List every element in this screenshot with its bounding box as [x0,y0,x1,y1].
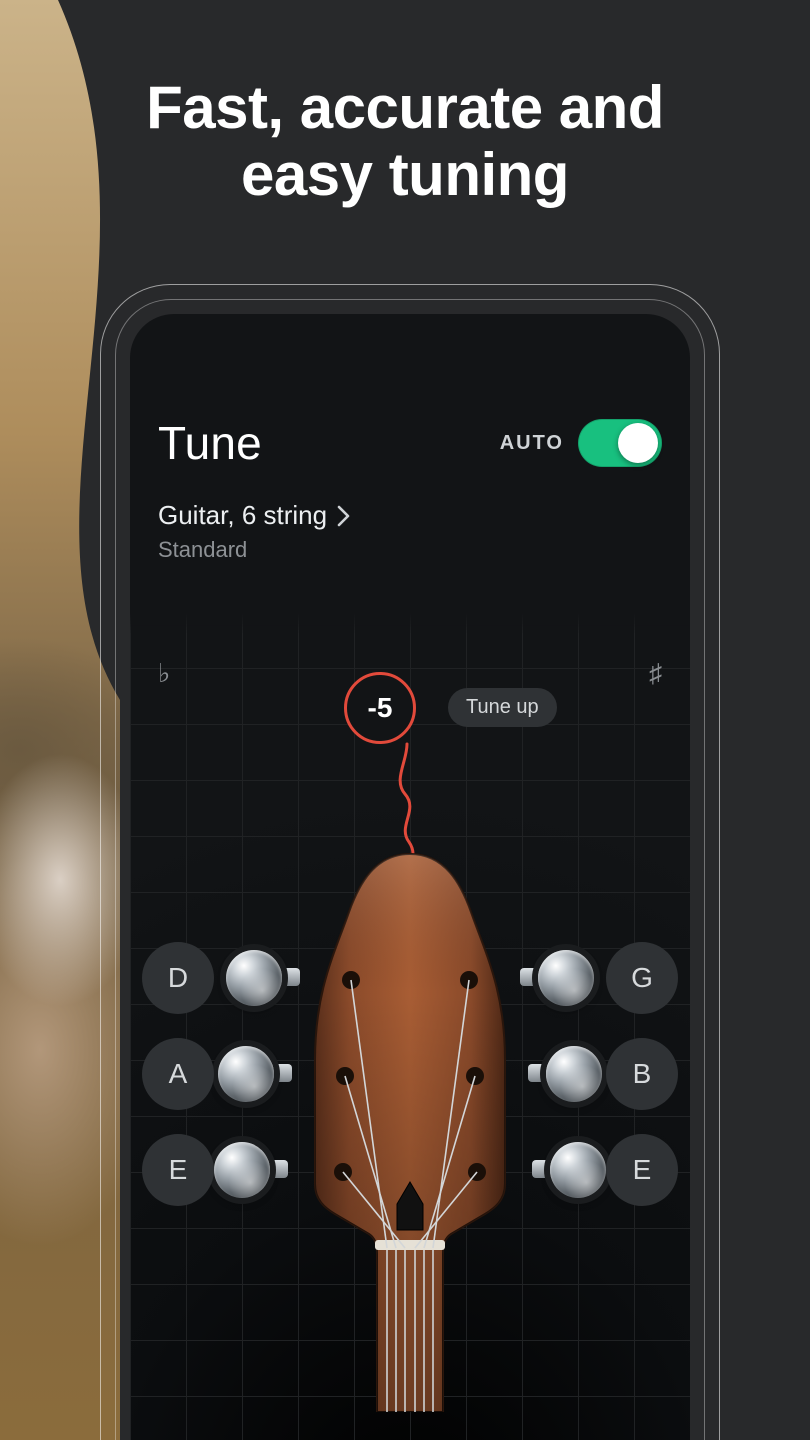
tuning-name: Standard [158,537,351,563]
device-frame-outer: Tune AUTO Guitar, 6 string Standard [100,284,720,1440]
app-screen: Tune AUTO Guitar, 6 string Standard [130,314,690,1440]
instrument-selector[interactable]: Guitar, 6 string Standard [158,500,351,563]
tuner-peg[interactable] [214,1142,270,1198]
tuner-peg[interactable] [218,1046,274,1102]
string-note-g[interactable]: G [606,942,678,1014]
device-frame-inner: Tune AUTO Guitar, 6 string Standard [115,299,705,1440]
flat-icon: ♭ [158,658,170,689]
headline-line2: easy tuning [241,141,569,208]
cents-readout: -5 [344,672,416,744]
instrument-name: Guitar, 6 string [158,500,327,531]
needle-group: -5 [374,672,446,744]
guitar-headstock [295,852,525,1412]
screen-header: Tune AUTO [158,416,662,470]
string-note-b[interactable]: B [606,1038,678,1110]
tuner-peg[interactable] [538,950,594,1006]
auto-label: AUTO [500,432,564,455]
string-note-a[interactable]: A [142,1038,214,1110]
string-note-e-low[interactable]: E [142,1134,214,1206]
string-note-d[interactable]: D [142,942,214,1014]
auto-toggle[interactable] [578,419,662,467]
chevron-right-icon [337,505,351,527]
sharp-icon: ♯ [649,658,662,689]
headline-line1: Fast, accurate and [146,74,664,141]
page-title: Tune [158,416,262,470]
tuner-peg[interactable] [546,1046,602,1102]
auto-toggle-group: AUTO [500,419,662,467]
tuning-meter: ♭ ♯ -5 Tune up [130,612,690,1440]
toggle-knob [618,423,658,463]
tune-hint: Tune up [448,688,557,727]
tuner-peg[interactable] [550,1142,606,1198]
tuner-peg[interactable] [226,950,282,1006]
string-note-e-high[interactable]: E [606,1134,678,1206]
promo-headline: Fast, accurate and easy tuning [0,74,810,208]
